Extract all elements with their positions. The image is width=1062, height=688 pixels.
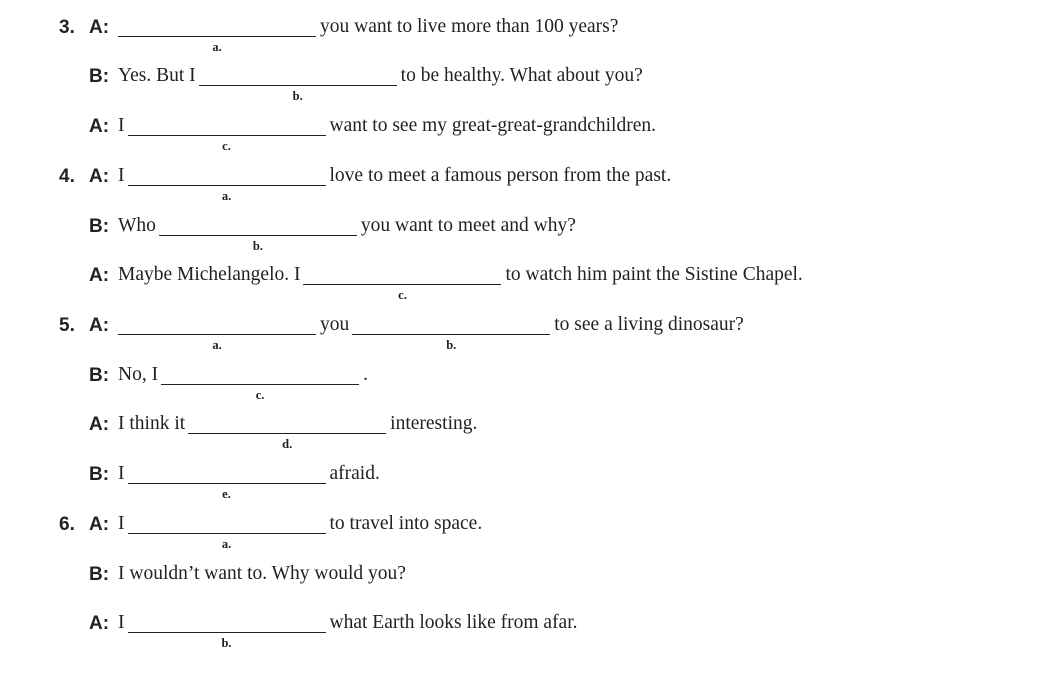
sentence-text: I xyxy=(118,612,125,633)
sentence-text: you xyxy=(320,314,350,335)
sentence-text: I think it xyxy=(118,413,186,434)
question-number: 5. xyxy=(59,315,75,336)
answer-blank[interactable]: b. xyxy=(127,599,326,650)
q5-line-d: B: I e. afraid. xyxy=(0,450,1062,501)
sentence-text: I wouldn’t want to. Why would you? xyxy=(118,563,406,584)
answer-blank[interactable]: a. xyxy=(127,500,326,551)
speaker-label: B: xyxy=(89,216,110,237)
sentence-text: you want to meet and why? xyxy=(360,215,576,236)
q3-line-a: 3. A: a. you want to live more than 100 … xyxy=(0,3,1062,54)
speaker-label: B: xyxy=(89,365,110,386)
answer-blank[interactable]: d. xyxy=(188,400,387,451)
q3-line-b: B: Yes. But I b. to be healthy. What abo… xyxy=(0,52,1062,103)
question-number: 3. xyxy=(59,17,75,38)
answer-blank[interactable]: b. xyxy=(352,301,551,352)
q6-line-a: 6. A: I a. to travel into space. xyxy=(0,500,1062,551)
speaker-label: B: xyxy=(89,66,110,87)
speaker-label: A: xyxy=(89,414,110,435)
answer-blank[interactable]: c. xyxy=(303,251,502,302)
sentence-text: to see a living dinosaur? xyxy=(554,314,744,335)
answer-blank[interactable]: a. xyxy=(127,152,326,203)
q4-line-c: A: Maybe Michelangelo. I c. to watch him… xyxy=(0,251,1062,302)
question-number: 6. xyxy=(59,514,75,535)
sentence-text: No, I xyxy=(118,364,159,385)
answer-blank[interactable]: b. xyxy=(198,52,397,103)
sentence-text: to travel into space. xyxy=(329,513,483,534)
sentence-text: Maybe Michelangelo. I xyxy=(118,264,301,285)
speaker-label: A: xyxy=(89,116,110,137)
sentence-text: . xyxy=(363,364,368,385)
q3-line-c: A: I c. want to see my great-great-grand… xyxy=(0,102,1062,153)
question-number: 4. xyxy=(59,166,75,187)
answer-blank[interactable]: b. xyxy=(158,202,357,253)
sentence-text: I xyxy=(118,165,125,186)
sentence-text: what Earth looks like from afar. xyxy=(329,612,578,633)
q6-line-b: B: I wouldn’t want to. Why would you? xyxy=(0,550,1062,590)
q5-line-a: 5. A: a. you b. to see a living dinosaur… xyxy=(0,301,1062,352)
speaker-label: A: xyxy=(89,166,110,187)
sentence-text: I xyxy=(118,463,125,484)
answer-blank[interactable]: e. xyxy=(127,450,326,501)
speaker-label: B: xyxy=(89,564,110,585)
sentence-text: to be healthy. What about you? xyxy=(400,65,643,86)
sentence-text: interesting. xyxy=(390,413,478,434)
speaker-label: A: xyxy=(89,613,110,634)
sentence-text: you want to live more than 100 years? xyxy=(320,16,619,37)
sentence-text: I xyxy=(118,115,125,136)
answer-blank[interactable]: c. xyxy=(161,351,360,402)
q5-line-c: A: I think it d. interesting. xyxy=(0,400,1062,451)
q4-line-a: 4. A: I a. love to meet a famous person … xyxy=(0,152,1062,203)
answer-blank[interactable]: c. xyxy=(127,102,326,153)
sentence-text: Yes. But I xyxy=(118,65,196,86)
speaker-label: A: xyxy=(89,17,110,38)
sentence-text: love to meet a famous person from the pa… xyxy=(329,165,672,186)
q4-line-b: B: Who b. you want to meet and why? xyxy=(0,202,1062,253)
sentence-text: to watch him paint the Sistine Chapel. xyxy=(505,264,803,285)
answer-blank[interactable]: a. xyxy=(118,301,316,352)
answer-blank[interactable]: a. xyxy=(118,3,316,54)
sentence-text: afraid. xyxy=(329,463,380,484)
speaker-label: A: xyxy=(89,514,110,535)
speaker-label: A: xyxy=(89,315,110,336)
q6-line-c: A: I b. what Earth looks like from afar. xyxy=(0,599,1062,650)
q5-line-b: B: No, I c. . xyxy=(0,351,1062,402)
sentence-text: Who xyxy=(118,215,156,236)
speaker-label: B: xyxy=(89,464,110,485)
sentence-text: I xyxy=(118,513,125,534)
speaker-label: A: xyxy=(89,265,110,286)
sentence-text: want to see my great-great-grandchildren… xyxy=(329,115,656,136)
